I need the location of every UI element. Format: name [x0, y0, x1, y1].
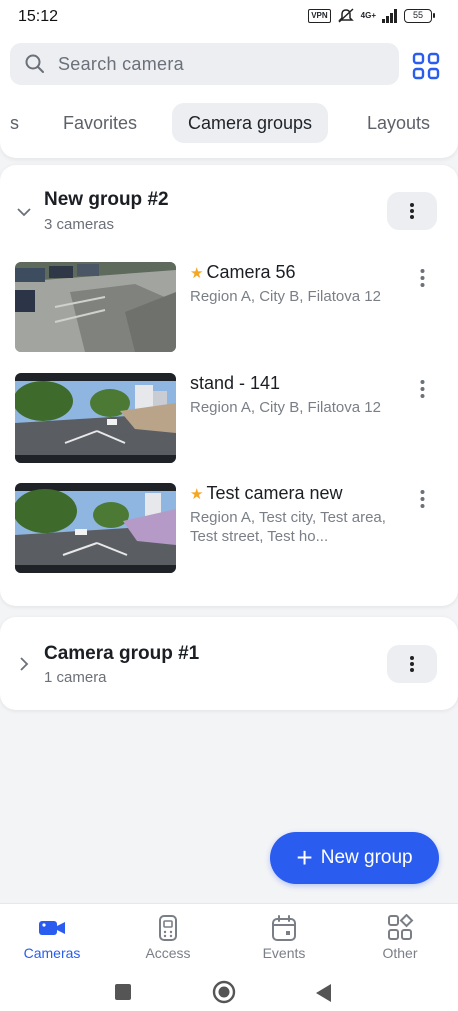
camera-row[interactable]: ★ Camera 56 Region A, City B, Filatova 1…	[0, 262, 458, 354]
search-placeholder: Search camera	[58, 53, 184, 74]
search-input[interactable]: Search camera	[10, 43, 399, 85]
camera-more-button[interactable]	[416, 268, 428, 290]
access-icon	[159, 915, 177, 941]
group-more-button[interactable]	[387, 645, 437, 683]
camera-name[interactable]: ★ Camera 56	[190, 262, 296, 283]
nav-label: Other	[382, 945, 418, 961]
tab-favorites[interactable]: Favorites	[47, 103, 153, 143]
group-title[interactable]: New group #2	[44, 189, 169, 211]
grid-icon	[388, 914, 414, 940]
network-type: 4G+	[360, 11, 376, 20]
bottom-nav: Cameras Access Events Other	[0, 903, 458, 969]
camera-preview-image	[15, 262, 176, 352]
system-nav-bar	[0, 969, 458, 1011]
more-vertical-icon	[410, 203, 414, 219]
camera-name[interactable]: stand - 141	[190, 373, 280, 394]
status-bar: 15:12 VPN 4G+ 55	[0, 0, 458, 34]
more-vertical-icon	[420, 490, 424, 508]
camera-thumbnail[interactable]	[15, 262, 176, 352]
camera-address: Region A, City B, Filatova 12	[190, 288, 381, 305]
signal-icon	[382, 9, 397, 23]
camera-name[interactable]: ★ Test camera new	[190, 483, 343, 504]
group-title[interactable]: Camera group #1	[44, 643, 199, 665]
camera-address: Region A, City B, Filatova 12	[190, 399, 381, 416]
new-group-label: New group	[320, 847, 413, 868]
favorite-star-icon: ★	[190, 264, 204, 282]
nav-events[interactable]: Events	[234, 914, 334, 961]
nav-label: Cameras	[23, 945, 81, 961]
tab-cameras-partial[interactable]: s	[0, 103, 35, 143]
new-group-button[interactable]: + New group	[270, 832, 439, 884]
camera-preview-image	[15, 483, 176, 573]
nav-label: Access	[145, 945, 191, 961]
group-camera-count: 3 cameras	[44, 216, 115, 233]
search-icon	[25, 54, 44, 73]
chevron-down-icon[interactable]	[15, 203, 33, 221]
camera-thumbnail[interactable]	[15, 483, 176, 573]
home-icon[interactable]	[212, 980, 236, 1004]
camera-name-text: Test camera new	[206, 483, 343, 503]
tab-bar: s Favorites Camera groups Layouts	[0, 103, 458, 145]
group-card: Camera group #1 1 camera	[0, 617, 458, 710]
camera-name-text: stand - 141	[190, 373, 281, 393]
plus-icon: +	[296, 842, 313, 873]
more-vertical-icon	[410, 656, 414, 672]
nav-cameras[interactable]: Cameras	[2, 914, 102, 961]
camera-address: Region A, Test city, Test area, Test str…	[190, 509, 386, 545]
camera-preview-image	[15, 373, 176, 463]
grid-view-icon[interactable]	[411, 51, 441, 81]
camera-icon	[39, 921, 65, 935]
more-vertical-icon	[420, 269, 424, 287]
group-card: New group #2 3 cameras ★ Camera 56 Regio…	[0, 165, 458, 606]
vpn-badge: VPN	[308, 9, 331, 23]
favorite-star-icon: ★	[190, 485, 204, 503]
camera-thumbnail[interactable]	[15, 373, 176, 463]
camera-row[interactable]: stand - 141 Region A, City B, Filatova 1…	[0, 373, 458, 465]
nav-other[interactable]: Other	[350, 914, 450, 961]
tab-camera-groups[interactable]: Camera groups	[172, 103, 329, 143]
chevron-right-icon[interactable]	[15, 655, 33, 673]
status-icons: VPN 4G+ 55	[308, 8, 435, 24]
tab-layouts[interactable]: Layouts	[351, 103, 446, 143]
camera-more-button[interactable]	[416, 489, 428, 511]
more-vertical-icon	[420, 380, 424, 398]
status-time: 15:12	[18, 8, 59, 25]
camera-more-button[interactable]	[416, 379, 428, 401]
mute-icon	[337, 8, 354, 23]
header: Search camera s Favorites Camera groups …	[0, 34, 458, 158]
camera-row[interactable]: ★ Test camera new Region A, Test city, T…	[0, 483, 458, 575]
back-icon[interactable]	[314, 983, 332, 1003]
group-more-button[interactable]	[387, 192, 437, 230]
nav-label: Events	[262, 945, 306, 961]
camera-name-text: Camera 56	[206, 262, 296, 282]
nav-access[interactable]: Access	[118, 914, 218, 961]
recent-apps-icon[interactable]	[114, 983, 132, 1001]
calendar-icon	[272, 915, 296, 941]
group-camera-count: 1 camera	[44, 669, 107, 686]
battery-indicator: 55	[404, 9, 435, 23]
